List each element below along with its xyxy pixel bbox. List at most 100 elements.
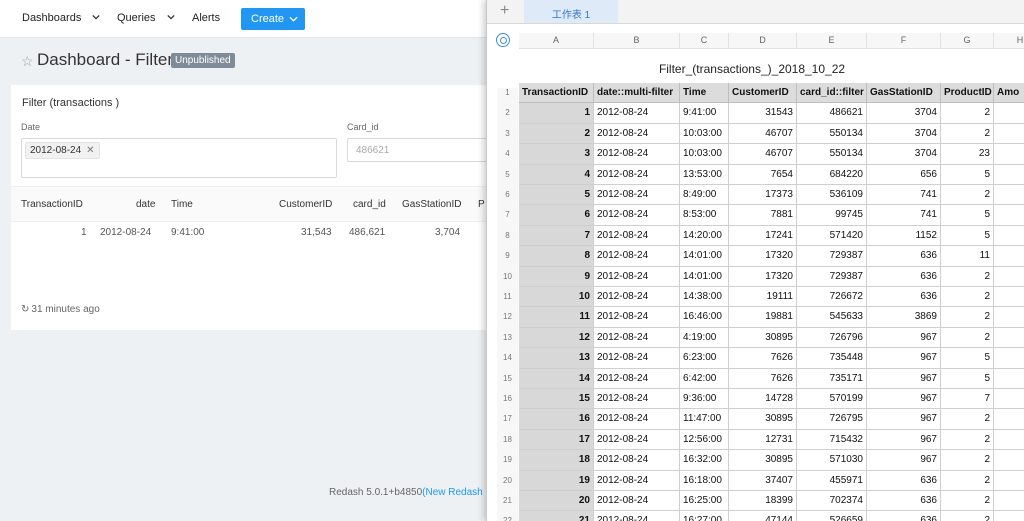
close-icon[interactable]: ✕ xyxy=(86,145,94,156)
sheet-cell[interactable]: 17 xyxy=(519,429,594,451)
sheet-cell[interactable]: 3 xyxy=(519,144,594,165)
sheet-cell[interactable]: 702374 xyxy=(797,491,867,512)
sheet-cell[interactable]: 5 xyxy=(941,205,994,226)
sheet-cell[interactable]: 37407 xyxy=(729,470,797,491)
sheet-cell[interactable]: 18399 xyxy=(729,491,797,512)
sheet-cell[interactable]: 2012-08-24 xyxy=(594,409,680,430)
column-header[interactable]: CustomerID xyxy=(279,199,332,210)
sheet-cell[interactable]: 19 xyxy=(519,470,594,491)
column-letter-header[interactable]: A xyxy=(519,33,594,49)
sheet-cell[interactable]: 967 xyxy=(867,368,941,389)
sheet-cell[interactable]: 726795 xyxy=(797,409,867,430)
sheet-cell[interactable]: 536109 xyxy=(797,185,867,206)
column-letter-header[interactable]: E xyxy=(797,33,867,49)
sheet-cell[interactable]: 486621 xyxy=(797,103,867,124)
sheet-cell[interactable]: 17373 xyxy=(729,185,797,206)
sheet-cell[interactable]: 2012-08-24 xyxy=(594,185,680,206)
sheet-cell[interactable]: 550134 xyxy=(797,123,867,145)
sheet-cell[interactable]: 3704 xyxy=(867,144,941,165)
sheet-cell[interactable]: 636 xyxy=(867,266,941,287)
row-number[interactable]: 12 xyxy=(497,312,518,333)
sheet-cell[interactable]: 2012-08-24 xyxy=(594,307,680,328)
sheet-cell[interactable]: 23 xyxy=(941,144,994,165)
sheet-cell[interactable]: 7 xyxy=(519,225,594,247)
sheet-cell[interactable] xyxy=(994,103,1024,124)
sheet-cell[interactable]: 1 xyxy=(519,103,594,124)
sheet-cell[interactable]: 12:56:00 xyxy=(680,429,729,451)
sheet-cell[interactable]: 3869 xyxy=(867,307,941,328)
sheet-cell[interactable]: 2012-08-24 xyxy=(594,327,680,349)
column-header[interactable]: card_id xyxy=(353,199,386,210)
sheet-cell[interactable] xyxy=(994,144,1024,165)
sheet-cell[interactable] xyxy=(994,328,1024,349)
sheet-cell[interactable]: 2012-08-24 xyxy=(594,103,680,124)
sheet-cell[interactable]: 2012-08-24 xyxy=(594,225,680,247)
sheet-cell[interactable]: 19111 xyxy=(729,287,797,308)
sheet-cell[interactable]: 2012-08-24 xyxy=(594,205,680,226)
sheet-cell[interactable]: 18 xyxy=(519,450,594,471)
sheet-cell[interactable]: 16:32:00 xyxy=(680,450,729,471)
sheet-cell[interactable]: 2 xyxy=(941,327,994,349)
sheet-header-cell[interactable]: ProductID xyxy=(941,83,994,104)
sheet-cell[interactable]: 14 xyxy=(519,368,594,389)
column-header[interactable]: GasStationID xyxy=(402,199,461,210)
column-header[interactable]: P xyxy=(478,199,485,210)
sheet-cell[interactable] xyxy=(994,267,1024,287)
sheet-cell[interactable] xyxy=(994,450,1024,471)
sheet-cell[interactable]: 636 xyxy=(867,491,941,512)
sheet-cell[interactable] xyxy=(994,165,1024,185)
sheet-cell[interactable]: 12731 xyxy=(729,429,797,451)
sheet-cell[interactable]: 8:49:00 xyxy=(680,185,729,206)
sheet-cell[interactable] xyxy=(994,307,1024,328)
sheet-cell[interactable]: 11 xyxy=(519,307,594,328)
new-version-link[interactable]: (New Redash xyxy=(422,487,483,498)
row-number[interactable]: 20 xyxy=(497,475,518,496)
sheet-cell[interactable]: 2 xyxy=(941,287,994,308)
sheet-cell[interactable]: 8 xyxy=(519,246,594,267)
row-number[interactable]: 22 xyxy=(497,516,518,521)
sheet-cell[interactable]: 2012-08-24 xyxy=(594,491,680,512)
sheet-cell[interactable]: 967 xyxy=(867,389,941,410)
sheet-cell[interactable]: 7881 xyxy=(729,205,797,226)
sheet-cell[interactable]: 735171 xyxy=(797,368,867,389)
sheet-cell[interactable]: 16:25:00 xyxy=(680,491,729,512)
refresh-status[interactable]: ↻ 31 minutes ago xyxy=(21,304,100,315)
select-all-button[interactable] xyxy=(496,33,510,47)
sheet-cell[interactable]: 735448 xyxy=(797,348,867,369)
sheet-cell[interactable]: 4:19:00 xyxy=(680,327,729,349)
row-number[interactable]: 16 xyxy=(497,394,518,415)
sheet-cell[interactable]: 2 xyxy=(519,123,594,145)
sheet-cell[interactable]: 6 xyxy=(519,205,594,226)
sheet-cell[interactable]: 9:41:00 xyxy=(680,103,729,124)
sheet-cell[interactable]: 2 xyxy=(941,266,994,287)
row-number[interactable]: 10 xyxy=(497,271,518,292)
sheet-cell[interactable]: 726796 xyxy=(797,327,867,349)
sheet-cell[interactable] xyxy=(994,409,1024,430)
sheet-cell[interactable]: 14:20:00 xyxy=(680,225,729,247)
row-number[interactable]: 2 xyxy=(497,108,518,129)
sheet-cell[interactable]: 30895 xyxy=(729,327,797,349)
sheet-cell[interactable]: 571030 xyxy=(797,450,867,471)
sheet-cell[interactable]: 2012-08-24 xyxy=(594,123,680,145)
sheet-cell[interactable]: 7626 xyxy=(729,368,797,389)
sheet-cell[interactable] xyxy=(994,348,1024,369)
sheet-cell[interactable]: 550134 xyxy=(797,144,867,165)
row-number[interactable]: 9 xyxy=(497,251,518,272)
row-number[interactable]: 17 xyxy=(497,414,518,435)
sheet-cell[interactable]: 2012-08-24 xyxy=(594,429,680,451)
sheet-cell[interactable]: 7 xyxy=(941,389,994,410)
sheet-cell[interactable] xyxy=(994,226,1024,247)
sheet-cell[interactable]: 526659 xyxy=(797,511,867,521)
row-number[interactable]: 14 xyxy=(497,353,518,374)
sheet-cell[interactable]: 31543 xyxy=(729,103,797,124)
create-button[interactable]: Create xyxy=(241,8,305,30)
sheet-cell[interactable]: 10:03:00 xyxy=(680,144,729,165)
sheet-cell[interactable]: 2 xyxy=(941,409,994,430)
nav-queries[interactable]: Queries xyxy=(117,12,156,24)
sheet-cell[interactable] xyxy=(994,287,1024,308)
column-letter-header[interactable]: G xyxy=(941,33,994,49)
sheet-cell[interactable]: 967 xyxy=(867,327,941,349)
sheet-cell[interactable]: 545633 xyxy=(797,307,867,328)
sheet-cell[interactable]: 19881 xyxy=(729,307,797,328)
sheet-cell[interactable]: 17320 xyxy=(729,246,797,267)
